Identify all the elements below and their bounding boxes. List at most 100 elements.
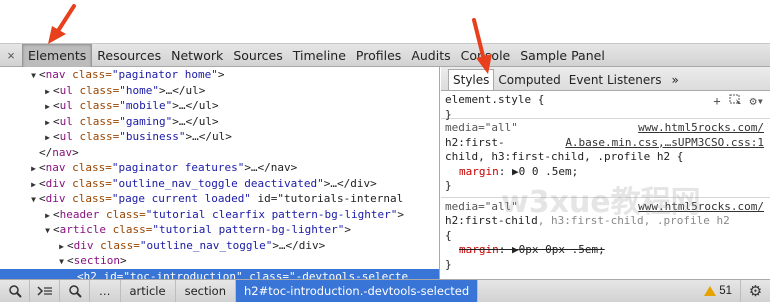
dom-node-selected[interactable]: <h2 id="toc-introduction" class="-devtoo… [0, 268, 439, 280]
dom-node[interactable]: ▶ <nav class="paginator features">…</nav> [0, 160, 439, 176]
css-property[interactable]: margin: ▶0 0 .5em; [445, 165, 764, 180]
expand-triangle-icon[interactable]: ▶ [28, 161, 39, 177]
dom-attr: class= [99, 207, 146, 221]
dom-value: "paginator features" [111, 161, 245, 174]
source-link[interactable]: www.html5rocks.com/ [638, 121, 764, 136]
gear-icon[interactable]: ⚙▾ [750, 94, 764, 110]
tab-console[interactable]: Console [456, 44, 516, 67]
dom-node[interactable]: ▶ <ul class="gaming">…</ul> [0, 114, 439, 130]
rule-close-brace: } [445, 179, 452, 192]
dom-punct: class="-devtools-selecte [242, 269, 409, 280]
expand-triangle-icon[interactable]: ▼ [28, 192, 39, 208]
tab-elements[interactable]: Elements [22, 43, 93, 67]
dom-node[interactable]: ▶ <div class="outline_nav_toggle">…</div> [0, 238, 439, 254]
dom-tree-pane[interactable]: ▼ <nav class="paginator home"> ▶ <ul class… [0, 67, 440, 279]
search-icon[interactable] [60, 280, 90, 302]
breadcrumb-article[interactable]: article [121, 280, 176, 302]
css-rule[interactable]: media="all" www.html5rocks.com/ h2:first-… [441, 198, 770, 276]
inspect-element-icon[interactable] [0, 280, 30, 302]
dom-node[interactable]: ▶ <header class="tutorial clearfix patter… [0, 207, 439, 223]
dom-value: "paginator home" [111, 68, 218, 81]
rule-selector: h2:first-child [445, 214, 538, 227]
dom-node[interactable]: ▶ <ul class="home">…</ul> [0, 83, 439, 99]
rule-selector: child, h3:first-child, .profile h2 { [445, 150, 684, 163]
dom-tag: section [73, 254, 120, 267]
rule-open-brace: { [445, 228, 452, 242]
dom-attr: class= [105, 223, 153, 236]
dom-punct: < [53, 207, 60, 221]
dom-punct: < [53, 130, 60, 143]
dom-punct: < [77, 269, 84, 280]
expand-triangle-icon[interactable]: ▼ [56, 254, 67, 270]
tab-computed[interactable]: Computed [494, 70, 564, 90]
dom-punct: >…</ul> [158, 83, 206, 97]
tab-profiles[interactable]: Profiles [351, 44, 406, 67]
more-tabs-icon[interactable]: » [665, 70, 684, 90]
dom-punct: id="tutorials-internal [250, 192, 404, 205]
dom-node[interactable]: ▶ <ul class="mobile">…</ul> [0, 98, 439, 114]
dom-node[interactable]: ▶ <ul class="business">…</ul> [0, 129, 439, 145]
expand-triangle-icon[interactable]: ▶ [42, 99, 53, 115]
element-state-icon[interactable] [729, 94, 742, 110]
tab-timeline[interactable]: Timeline [288, 44, 351, 67]
tab-audits[interactable]: Audits [406, 44, 455, 67]
dom-node[interactable]: ▼ <section> [0, 253, 439, 269]
dom-attr: class= [65, 161, 112, 174]
expand-triangle-icon[interactable]: ▶ [42, 208, 53, 224]
expand-triangle-icon[interactable]: ▶ [42, 84, 53, 100]
expand-triangle-icon[interactable]: ▶ [56, 239, 67, 255]
css-property-overridden[interactable]: margin: ▶0px 0px .5em; [445, 243, 764, 258]
expand-triangle-icon[interactable]: ▼ [28, 68, 39, 84]
dom-node[interactable]: ▼ <article class="tutorial pattern-bg-lig… [0, 222, 439, 238]
tab-styles[interactable]: Styles [448, 69, 495, 90]
breadcrumb-selected[interactable]: h2#toc-introduction.-devtools-selected [236, 280, 479, 302]
sidebar-tabbar: Styles Computed Event Listeners » [441, 67, 770, 91]
source-file-link[interactable]: A.base.min.css,…sUPM3CSO.css:1 [565, 136, 764, 151]
rule-selector: h2:first- [445, 135, 505, 149]
tab-sources[interactable]: Sources [228, 44, 287, 67]
element-style-rule[interactable]: + ⚙▾ element.style { } [441, 91, 770, 121]
property-name: margin [459, 243, 499, 256]
dom-punct: >…</div> [323, 176, 377, 190]
expand-triangle-icon[interactable]: ▶ [42, 115, 53, 131]
breadcrumb-ellipsis[interactable]: … [90, 280, 121, 302]
warnings-counter[interactable]: 51 [696, 285, 740, 297]
dom-punct: > [119, 254, 127, 267]
dom-tag: ul [59, 83, 73, 97]
status-bar: … article section h2#toc-introduction.-d… [0, 279, 770, 302]
dom-attr: class= [65, 68, 112, 81]
dom-tag: ul [59, 130, 73, 143]
source-link[interactable]: www.html5rocks.com/ [638, 200, 764, 215]
css-rule[interactable]: media="all" www.html5rocks.com/ h2:first-… [441, 119, 770, 198]
dom-attr: class= [72, 83, 120, 97]
dom-punct: < [53, 83, 60, 97]
property-value[interactable]: 0 0 .5em; [519, 165, 579, 178]
dom-value: "page current loaded" [111, 192, 251, 205]
dom-node[interactable]: ▶ <div class="outline_nav_toggle deactiva… [0, 176, 439, 192]
tab-network[interactable]: Network [166, 44, 228, 67]
settings-gear-icon[interactable]: ⚙ [740, 280, 770, 302]
media-query: media="all" [445, 121, 518, 134]
status-right: 51 ⚙ [696, 280, 770, 302]
expand-triangle-icon[interactable]: ▶ [28, 177, 39, 193]
tab-sample-panel[interactable]: Sample Panel [515, 44, 610, 67]
dom-value: "outline_nav_toggle deactivated" [111, 176, 324, 190]
dom-value: "tutorial pattern-bg-lighter" [152, 223, 345, 236]
tab-event-listeners[interactable]: Event Listeners [565, 70, 666, 90]
dom-punct: >…</ul> [172, 114, 219, 128]
dom-punct: < [39, 192, 46, 205]
dom-node[interactable]: </nav> [0, 145, 439, 161]
tab-resources[interactable]: Resources [92, 44, 166, 67]
warnings-count: 51 [719, 285, 732, 297]
expand-triangle-icon[interactable]: ▶ [42, 130, 53, 146]
close-icon[interactable]: × [0, 44, 22, 67]
add-rule-icon[interactable]: + [713, 94, 720, 110]
dom-node[interactable]: ▼ <div class="page current loaded" id="tu… [0, 191, 439, 207]
dom-tag: ul [59, 99, 73, 112]
dom-node[interactable]: ▼ <nav class="paginator home"> [0, 67, 439, 83]
dom-value: "home" [119, 83, 159, 97]
property-value[interactable]: 0px 0px .5em; [519, 243, 605, 256]
expand-triangle-icon[interactable]: ▼ [42, 223, 53, 239]
breadcrumb-section[interactable]: section [176, 280, 236, 302]
console-drawer-icon[interactable] [30, 280, 60, 302]
